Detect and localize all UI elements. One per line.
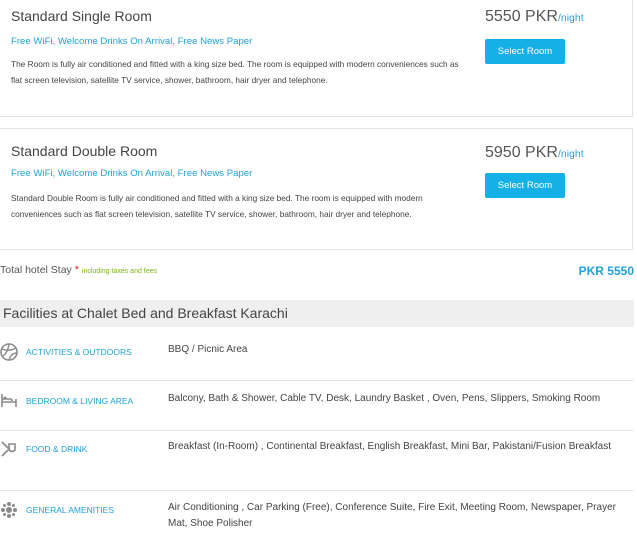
room-amenities: Free WiFi, Welcome Drinks On Arrival, Fr… bbox=[11, 168, 253, 179]
total-value: PKR 5550 bbox=[578, 264, 634, 278]
room-price: 5550 PKR/night bbox=[485, 8, 584, 26]
room-name: Standard Double Room bbox=[11, 143, 158, 159]
bed-icon bbox=[0, 391, 18, 409]
room-card-standard-single: Standard Single Room Free WiFi, Welcome … bbox=[0, 0, 633, 117]
facility-row-bedroom: BEDROOM & LIVING AREA Balcony, Bath & Sh… bbox=[0, 381, 634, 431]
facilities-title: Facilities at Chalet Bed and Breakfast K… bbox=[0, 300, 634, 327]
facility-category: FOOD & DRINK bbox=[26, 444, 88, 454]
facility-row-food: FOOD & DRINK Breakfast (In-Room) , Conti… bbox=[0, 431, 634, 491]
food-icon bbox=[0, 440, 18, 458]
facility-items: Breakfast (In-Room) , Continental Breakf… bbox=[168, 441, 611, 452]
total-stay-row: Total hotel Stay * including taxes and f… bbox=[0, 264, 634, 278]
select-room-button[interactable]: Select Room bbox=[485, 39, 565, 64]
room-name: Standard Single Room bbox=[11, 8, 152, 24]
select-room-button[interactable]: Select Room bbox=[485, 173, 565, 198]
price-amount: 5950 PKR bbox=[485, 144, 558, 161]
room-description: The Room is fully air conditioned and fi… bbox=[11, 59, 459, 85]
price-amount: 5550 PKR bbox=[485, 8, 558, 25]
price-per: /night bbox=[557, 148, 584, 160]
facility-items: Air Conditioning , Car Parking (Free), C… bbox=[168, 502, 616, 529]
facility-category: BEDROOM & LIVING AREA bbox=[26, 396, 134, 406]
facility-category: ACTIVITIES & OUTDOORS bbox=[26, 347, 132, 357]
facility-items: Balcony, Bath & Shower, Cable TV, Desk, … bbox=[168, 393, 601, 404]
room-amenities: Free WiFi, Welcome Drinks On Arrival, Fr… bbox=[11, 36, 253, 47]
facility-items: BBQ / Picnic Area bbox=[168, 344, 248, 355]
beach-ball-icon bbox=[0, 343, 18, 361]
total-label-text: Total hotel Stay bbox=[0, 264, 72, 276]
total-label: Total hotel Stay * including taxes and f… bbox=[0, 264, 157, 276]
room-description: Standard Double Room is fully air condit… bbox=[11, 193, 423, 219]
price-per: /night bbox=[557, 12, 584, 24]
total-star: * bbox=[74, 264, 79, 276]
facility-row-general: GENERAL AMENITIES Air Conditioning , Car… bbox=[0, 491, 634, 549]
facility-row-activities: ACTIVITIES & OUTDOORS BBQ / Picnic Area bbox=[0, 328, 634, 381]
room-price: 5950 PKR/night bbox=[485, 144, 584, 162]
facility-category: GENERAL AMENITIES bbox=[26, 505, 115, 515]
amenities-icon bbox=[0, 501, 18, 519]
room-card-standard-double: Standard Double Room Free WiFi, Welcome … bbox=[0, 128, 633, 250]
total-note: including taxes and fees bbox=[81, 268, 158, 275]
